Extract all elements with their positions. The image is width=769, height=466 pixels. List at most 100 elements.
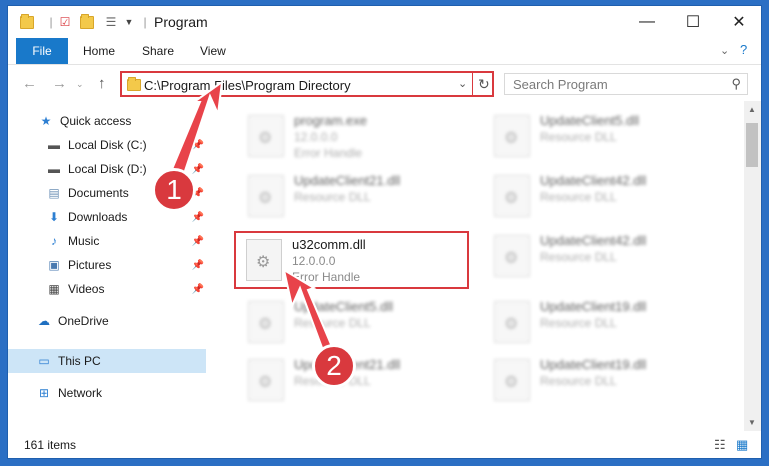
file-type: Resource DLL	[540, 130, 617, 144]
chevron-up-icon[interactable]: ▲	[748, 105, 756, 114]
drive-icon: ▬	[48, 162, 60, 176]
file-type: Resource DLL	[294, 316, 371, 330]
status-bar: 161 items ☷ ▦	[8, 432, 761, 458]
highlight-box	[234, 231, 469, 289]
details-view-icon[interactable]: ☷	[714, 437, 726, 453]
pin-icon[interactable]: 📌	[192, 260, 204, 271]
file-type: Resource DLL	[540, 250, 617, 264]
chevron-down-icon[interactable]: ⌄	[76, 79, 84, 90]
file-name: UpdateClient21.dll	[294, 173, 401, 188]
music-icon: ♪	[51, 234, 57, 248]
tab-view[interactable]: View	[200, 44, 226, 58]
file-item[interactable]: UpdateClient19.dll Resource DLL	[488, 295, 718, 355]
file-item[interactable]: UpdateClient42.dll Resource DLL	[488, 229, 718, 289]
sidebar-item-label: Music	[68, 234, 100, 248]
file-icon	[494, 359, 530, 401]
back-icon[interactable]: ←	[22, 75, 37, 92]
file-item[interactable]: UpdateClient21.dll Resource DLL	[242, 353, 472, 413]
up-icon[interactable]: ↑	[98, 75, 106, 92]
tab-home[interactable]: Home	[83, 44, 115, 58]
refresh-icon[interactable]: ↻	[478, 76, 490, 93]
pin-icon[interactable]: 📌	[192, 236, 204, 247]
file-icon	[494, 115, 530, 157]
star-icon: ★	[40, 114, 52, 128]
sidebar-item-label: Network	[58, 386, 103, 400]
sidebar-item-videos[interactable]: ▦ Videos 📌	[8, 277, 206, 301]
file-type: Error Handle	[294, 146, 363, 160]
scroll-thumb[interactable]	[746, 123, 758, 167]
file-icon	[248, 301, 284, 343]
sidebar-item-label: Quick access	[60, 114, 132, 128]
file-icon	[248, 115, 284, 157]
file-name: UpdateClient19.dll	[540, 357, 647, 372]
pin-icon[interactable]: 📌	[192, 284, 204, 295]
file-name: UpdateClient5.dll	[294, 299, 394, 314]
computer-icon: ▭	[38, 354, 50, 368]
folder-icon	[20, 13, 34, 29]
sidebar-item-onedrive[interactable]: ☁ OneDrive	[8, 309, 206, 333]
pictures-icon: ▣	[48, 258, 60, 272]
maximize-button[interactable]: ☐	[670, 6, 716, 38]
tab-file[interactable]: File	[16, 38, 68, 64]
search-input[interactable]: Search Program ⚲	[504, 73, 748, 95]
pin-icon[interactable]: 📌	[192, 140, 204, 151]
file-item[interactable]: UpdateClient19.dll Resource DLL	[488, 353, 718, 413]
sidebar-item-label: This PC	[58, 354, 101, 368]
window-title: Program	[154, 14, 208, 30]
search-placeholder: Search Program	[513, 77, 608, 92]
file-item[interactable]: UpdateClient21.dll Resource DLL	[242, 169, 472, 229]
tiles-view-icon[interactable]: ▦	[736, 437, 748, 453]
file-icon	[494, 301, 530, 343]
sidebar-item-label: OneDrive	[58, 314, 109, 328]
forward-icon[interactable]: →	[52, 75, 67, 92]
address-bar[interactable]: C:\Program Files\Program Directory ⌄ ↻	[120, 71, 494, 97]
file-item[interactable]: UpdateClient5.dll Resource DLL	[242, 295, 472, 355]
minimize-button[interactable]: —	[624, 6, 670, 38]
pin-icon[interactable]: 📌	[192, 164, 204, 175]
file-icon	[494, 175, 530, 217]
sidebar-item-pictures[interactable]: ▣ Pictures 📌	[8, 253, 206, 277]
sidebar-item-quick-access[interactable]: ★ Quick access	[8, 109, 206, 133]
separator: |	[49, 15, 53, 29]
separator	[472, 73, 473, 95]
properties-icon[interactable]: ☑	[58, 15, 72, 29]
sidebar-item-music[interactable]: ♪ Music 📌	[8, 229, 206, 253]
download-icon: ⬇	[48, 210, 60, 224]
title-bar: | ☑ ☰ ▼ | Program — ☐ ✕	[8, 6, 761, 38]
vertical-scrollbar[interactable]: ▲ ▼	[744, 101, 761, 431]
file-item[interactable]: program.exe 12.0.0.0 Error Handle	[242, 109, 472, 169]
sidebar-item-label: Pictures	[68, 258, 112, 272]
sidebar-item-label: Downloads	[68, 210, 128, 224]
file-item[interactable]: UpdateClient42.dll Resource DLL	[488, 169, 718, 229]
separator: |	[143, 15, 147, 29]
pin-icon[interactable]: 📌	[192, 212, 204, 223]
sidebar-item-this-pc[interactable]: ▭ This PC	[8, 349, 206, 373]
item-count: 161 items	[24, 438, 77, 452]
file-name: UpdateClient5.dll	[540, 113, 640, 128]
videos-icon: ▦	[48, 282, 60, 296]
chevron-down-icon[interactable]: ⌄	[458, 77, 467, 90]
sidebar-item-network[interactable]: ⊞ Network	[8, 381, 206, 405]
drive-icon: ▬	[48, 138, 60, 152]
file-name: UpdateClient42.dll	[540, 173, 647, 188]
search-icon[interactable]: ⚲	[731, 76, 741, 92]
sidebar-item-local-c[interactable]: ▬ Local Disk (C:) 📌	[8, 133, 206, 157]
close-button[interactable]: ✕	[716, 6, 761, 38]
file-name: UpdateClient19.dll	[540, 299, 647, 314]
network-icon: ⊞	[38, 386, 50, 400]
tab-share[interactable]: Share	[142, 44, 174, 58]
file-icon	[494, 235, 530, 277]
sidebar-item-label: Local Disk (C:)	[68, 138, 147, 152]
chevron-down-icon[interactable]: ▼	[122, 15, 136, 29]
new-folder-icon[interactable]	[80, 13, 94, 29]
help-icon[interactable]: ?	[740, 42, 747, 57]
navigation-pane: ★ Quick access ▬ Local Disk (C:) 📌 ▬ Loc…	[8, 101, 212, 431]
chevron-down-icon[interactable]: ⌄	[720, 44, 729, 57]
chevron-down-icon[interactable]: ▼	[748, 418, 756, 427]
explorer-window: | ☑ ☰ ▼ | Program — ☐ ✕ File Home Share …	[8, 6, 761, 458]
step-badge-1: 1	[152, 168, 196, 212]
file-item[interactable]: UpdateClient5.dll Resource DLL	[488, 109, 718, 169]
file-icon	[248, 359, 284, 401]
customize-icon[interactable]: ☰	[104, 15, 118, 29]
file-name: program.exe	[294, 113, 367, 128]
